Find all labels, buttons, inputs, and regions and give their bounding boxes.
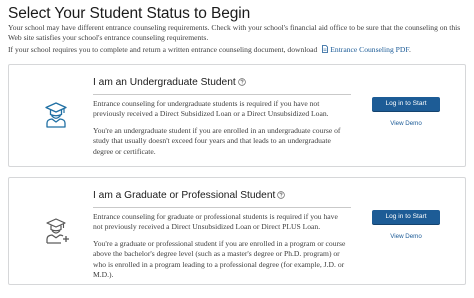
graduate-card-body: I am a Graduate or Professional Student … [93,190,351,286]
pdf-file-icon [322,45,329,53]
undergraduate-card-body: I am an Undergraduate Student Entrance c… [93,77,351,163]
entrance-counseling-pdf-link[interactable]: Entrance Counseling PDF [319,45,409,54]
graduate-professional-student-icon [45,218,71,249]
requirement-text: Entrance counseling for undergraduate st… [93,99,329,119]
download-instructions: If your school requires you to complete … [8,45,468,55]
help-icon[interactable] [237,78,246,86]
help-icon[interactable] [277,191,286,199]
pdf-link-label[interactable]: Entrance Counseling PDF [330,45,409,54]
view-demo-link[interactable]: View Demo [372,233,440,240]
page-title: Select Your Student Status to Begin [8,5,251,22]
undergraduate-card: I am an Undergraduate Student Entrance c… [8,64,466,167]
card-heading-text: I am a Graduate or Professional Student [93,190,276,201]
definition-text: You're a graduate or professional studen… [93,238,346,280]
login-to-start-button[interactable]: Log in to Start [372,97,440,111]
download-prefix: If your school requires you to complete … [8,45,318,54]
download-suffix: . [408,45,411,54]
card-heading: I am an Undergraduate Student [93,77,349,89]
requirement-text: Entrance counseling for graduate or prof… [93,212,338,232]
divider [93,207,351,208]
card-heading-text: I am an Undergraduate Student [93,77,236,88]
login-to-start-button[interactable]: Log in to Start [372,210,440,224]
card-heading: I am a Graduate or Professional Student [93,190,349,202]
view-demo-link[interactable]: View Demo [372,120,440,127]
graduate-cap-student-icon [45,102,67,133]
definition-text: You're an undergraduate student if you a… [93,125,341,156]
intro-text: Your school may have different entrance … [8,23,461,43]
graduate-card: I am a Graduate or Professional Student … [8,177,466,285]
divider [93,94,351,95]
